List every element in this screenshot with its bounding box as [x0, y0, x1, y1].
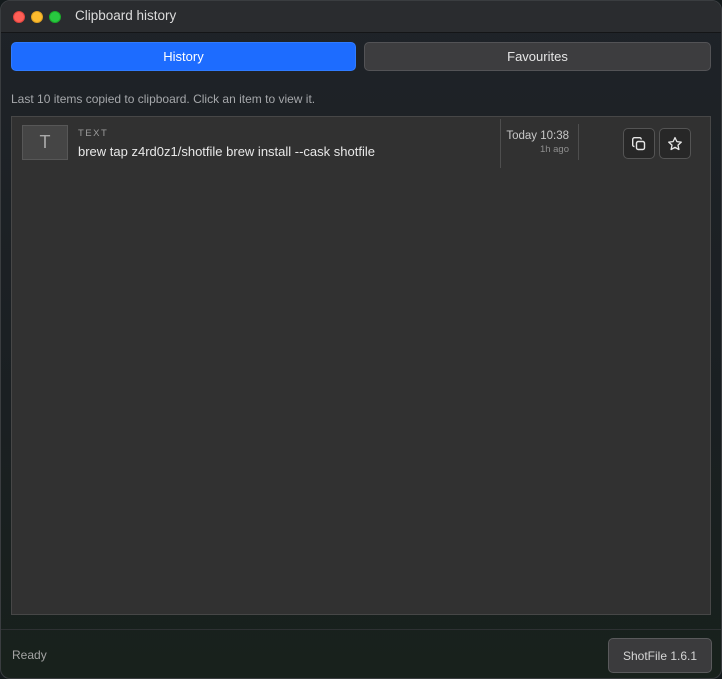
window-title: Clipboard history [75, 8, 177, 23]
item-relative-time: 1h ago [539, 144, 569, 155]
item-preview-text[interactable]: brew tap z4rd0z1/shotfile brew install -… [78, 144, 375, 159]
status-bar: Ready ShotFile 1.6.1 [1, 629, 721, 678]
clipboard-item-row[interactable]: T TEXT brew tap z4rd0z1/shotfile brew in… [12, 117, 710, 170]
close-window-button[interactable] [13, 11, 25, 23]
maximize-window-button[interactable] [49, 11, 61, 23]
history-hint-text: Last 10 items copied to clipboard. Click… [11, 92, 316, 106]
item-type-icon: T [22, 125, 68, 160]
item-type-label: TEXT [78, 128, 109, 139]
clipboard-item-list[interactable]: T TEXT brew tap z4rd0z1/shotfile brew in… [11, 116, 711, 615]
clipboard-history-window: Clipboard history History Favourites Las… [0, 0, 722, 679]
star-icon [668, 136, 682, 150]
minimize-window-button[interactable] [31, 11, 43, 23]
row-divider [578, 124, 579, 160]
item-timestamp: Today 10:38 [506, 130, 569, 142]
copy-icon [632, 136, 646, 150]
status-text: Ready [12, 648, 47, 662]
version-button[interactable]: ShotFile 1.6.1 [608, 638, 712, 673]
title-bar[interactable]: Clipboard history [1, 1, 721, 33]
favourite-item-button[interactable] [659, 128, 691, 159]
tab-history[interactable]: History [11, 42, 356, 71]
tab-favourites[interactable]: Favourites [364, 42, 711, 71]
copy-item-button[interactable] [623, 128, 655, 159]
row-divider [500, 119, 501, 168]
